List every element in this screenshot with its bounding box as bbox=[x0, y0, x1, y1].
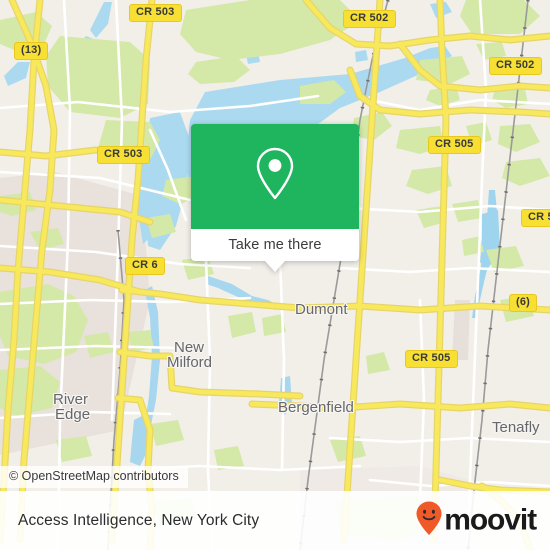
popup-pointer-tail bbox=[265, 261, 285, 272]
moovit-pin-icon bbox=[415, 500, 443, 541]
take-me-there-label: Take me there bbox=[228, 237, 322, 253]
place-label-new: New bbox=[174, 339, 205, 356]
road-shield[interactable]: (6) bbox=[509, 294, 538, 312]
map-pin-icon bbox=[252, 145, 298, 208]
take-me-there-button[interactable]: Take me there bbox=[191, 229, 359, 261]
moovit-logo[interactable]: moovit bbox=[415, 500, 537, 541]
road-shield[interactable]: CR 505 bbox=[428, 136, 481, 154]
road-shield[interactable]: CR 502 bbox=[489, 57, 542, 75]
place-label-bergenfield: Bergenfield bbox=[278, 399, 354, 416]
road-shield[interactable]: CR 503 bbox=[97, 146, 150, 164]
road-shield[interactable]: CR 6 bbox=[125, 257, 165, 275]
road-shield[interactable]: (13) bbox=[14, 42, 49, 60]
road-shield[interactable]: CR 505 bbox=[405, 350, 458, 368]
footer-bar: Access Intelligence, New York City moovi… bbox=[0, 491, 550, 550]
page-title: Access Intelligence, New York City bbox=[18, 511, 260, 529]
place-label-milford: Milford bbox=[167, 354, 213, 371]
place-label-edge: Edge bbox=[55, 406, 91, 423]
map-popup-card[interactable]: Take me there bbox=[191, 124, 359, 272]
popup-icon-area bbox=[191, 124, 359, 229]
place-label-tenafly: Tenafly bbox=[492, 419, 540, 436]
moovit-wordmark: moovit bbox=[444, 503, 537, 537]
road-shield[interactable]: CR 50 bbox=[521, 209, 550, 227]
place-label-dumont: Dumont bbox=[295, 301, 348, 318]
road-shield[interactable]: CR 502 bbox=[343, 10, 396, 28]
road-shield[interactable]: CR 503 bbox=[129, 4, 182, 22]
osm-attribution[interactable]: © OpenStreetMap contributors bbox=[0, 466, 188, 488]
screenshot-root: CR 503 CR 502 (13) CR 502 CR 503 CR 505 … bbox=[0, 0, 550, 550]
place-label-river: River bbox=[53, 391, 89, 408]
